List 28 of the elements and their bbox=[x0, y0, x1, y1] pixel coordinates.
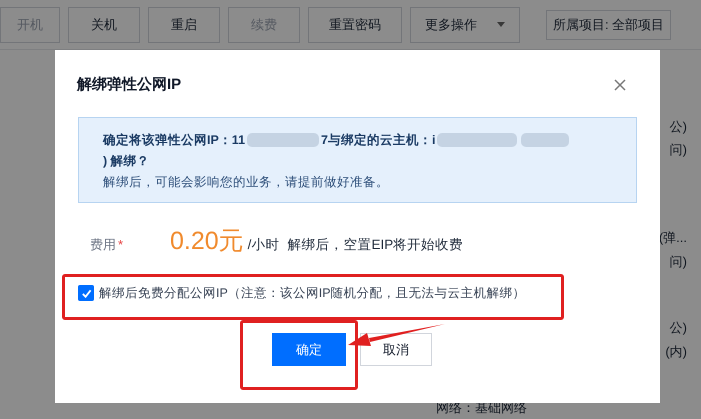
toolbar-button[interactable]: 关机 bbox=[68, 6, 140, 42]
project-filter[interactable]: 所属项目: 全部项目 bbox=[546, 10, 672, 40]
notice-text: 确定将该弹性公网IP：11 bbox=[103, 132, 246, 148]
close-icon[interactable] bbox=[614, 79, 626, 92]
required-mark: * bbox=[118, 236, 124, 252]
toolbar-button[interactable]: 重启 bbox=[148, 6, 220, 42]
table-cell-text: 问) bbox=[670, 141, 687, 159]
checkbox[interactable] bbox=[78, 285, 94, 302]
table-cell-text: (内) bbox=[665, 343, 687, 361]
table-cell-text: 公) bbox=[670, 118, 687, 136]
fee-unit: /小时 bbox=[248, 236, 280, 254]
fee-price: 0.20元 bbox=[170, 226, 244, 256]
fee-label: 费用* bbox=[90, 236, 124, 254]
confirm-button[interactable]: 确定 bbox=[272, 332, 346, 366]
notice-text: 解绑后，可能会影响您的业务，请提前做好准备。 bbox=[103, 174, 390, 190]
toolbar-button[interactable]: 重置密码 bbox=[308, 6, 402, 42]
table-cell-text: 公) bbox=[670, 319, 687, 337]
dialog-title: 解绑弹性公网IP bbox=[77, 75, 182, 95]
check-icon bbox=[80, 288, 92, 299]
notice-text: 7与绑定的云主机：i bbox=[321, 132, 436, 148]
caret-icon bbox=[497, 22, 505, 27]
option-label: 解绑后免费分配公网IP（注意：该公网IP随机分配，且无法与云主机解绑） bbox=[99, 285, 526, 302]
notice-text: ) 解绑？ bbox=[103, 152, 150, 170]
redaction-blur bbox=[521, 133, 570, 147]
table-cell-text: 问) bbox=[670, 253, 687, 271]
toolbar-button[interactable]: 更多操作 bbox=[410, 6, 520, 42]
cancel-button[interactable]: 取消 bbox=[360, 332, 432, 366]
fee-note: 解绑后，空置EIP将开始收费 bbox=[287, 236, 464, 254]
